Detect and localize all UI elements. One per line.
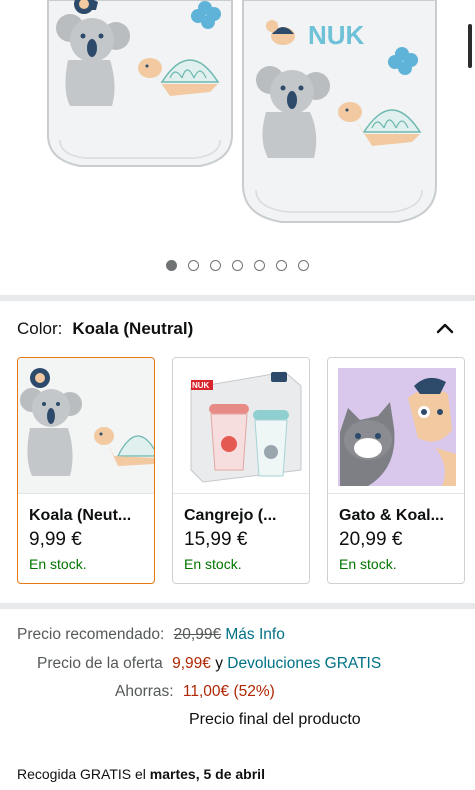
- savings-label: Ahorras:: [115, 683, 174, 700]
- more-info-link[interactable]: Más Info: [225, 626, 284, 643]
- color-variant-list: Koala (Neut... 9,99 € En stock. NUK Cang…: [17, 357, 475, 585]
- pickup-date: martes, 5 de abril: [149, 766, 265, 782]
- variant-card-gato-koala[interactable]: Gato & Koal... 20,99 € En stock.: [327, 357, 465, 584]
- nuk-logo: NUK: [308, 20, 365, 50]
- variant-card-koala[interactable]: Koala (Neut... 9,99 € En stock.: [17, 357, 155, 584]
- variant-image-koala: [18, 358, 154, 494]
- offer-price-row: Precio de la oferta 9,99€ y Devoluciones…: [37, 655, 381, 673]
- nuk-box-logo: NUK: [192, 381, 210, 390]
- variant-card-cangrejo[interactable]: NUK Cangrejo (... 15,99 € En stock.: [172, 357, 310, 584]
- recommended-price-row: Precio recomendado: 20,99€ Más Info: [17, 626, 285, 644]
- color-selected-value: Koala (Neutral): [72, 319, 194, 338]
- pickup-prefix: Recogida GRATIS el: [17, 766, 146, 782]
- variant-price: 9,99 €: [29, 529, 82, 550]
- variant-name: Gato & Koal...: [339, 507, 444, 524]
- final-price-note: Precio final del producto: [189, 711, 361, 728]
- color-selector-header[interactable]: Color: Koala (Neutral): [17, 317, 457, 341]
- pager-dot-6[interactable]: [276, 260, 287, 271]
- variant-name: Koala (Neut...: [29, 507, 132, 524]
- variant-price: 15,99 €: [184, 529, 248, 550]
- offer-connector: y: [215, 655, 223, 672]
- product-image-gallery[interactable]: NUK: [0, 0, 475, 250]
- pager-dot-7[interactable]: [298, 260, 309, 271]
- section-divider: [0, 603, 475, 609]
- offer-price-value: 9,99€: [172, 655, 211, 672]
- variant-stock-status: En stock.: [184, 556, 242, 572]
- product-image: NUK: [47, 0, 437, 223]
- pickup-info: Recogida GRATIS el martes, 5 de abril: [17, 766, 265, 782]
- savings-value: 11,00€ (52%): [182, 683, 275, 700]
- recommended-price-value: 20,99€: [173, 626, 222, 643]
- variant-name: Cangrejo (...: [184, 507, 277, 524]
- color-label: Color:: [17, 319, 63, 338]
- recommended-price-label: Precio recomendado:: [17, 626, 165, 643]
- variant-image-gato-koala: [328, 358, 464, 494]
- pager-dot-5[interactable]: [254, 260, 265, 271]
- variant-stock-status: En stock.: [339, 556, 397, 572]
- pager-dot-3[interactable]: [210, 260, 221, 271]
- pager-dot-1[interactable]: [166, 260, 177, 271]
- scrollbar-thumb[interactable]: [468, 24, 472, 68]
- pager-dot-4[interactable]: [232, 260, 243, 271]
- image-pager[interactable]: [0, 258, 475, 274]
- variant-image-cangrejo: NUK: [173, 358, 309, 494]
- variant-stock-status: En stock.: [29, 556, 87, 572]
- free-returns-link[interactable]: Devoluciones GRATIS: [227, 655, 381, 672]
- section-divider: [0, 295, 475, 301]
- chevron-up-icon[interactable]: [433, 317, 457, 341]
- offer-price-label: Precio de la oferta: [37, 655, 163, 672]
- pager-dot-2[interactable]: [188, 260, 199, 271]
- variant-price: 20,99 €: [339, 529, 403, 550]
- savings-row: Ahorras: 11,00€ (52%): [115, 683, 275, 701]
